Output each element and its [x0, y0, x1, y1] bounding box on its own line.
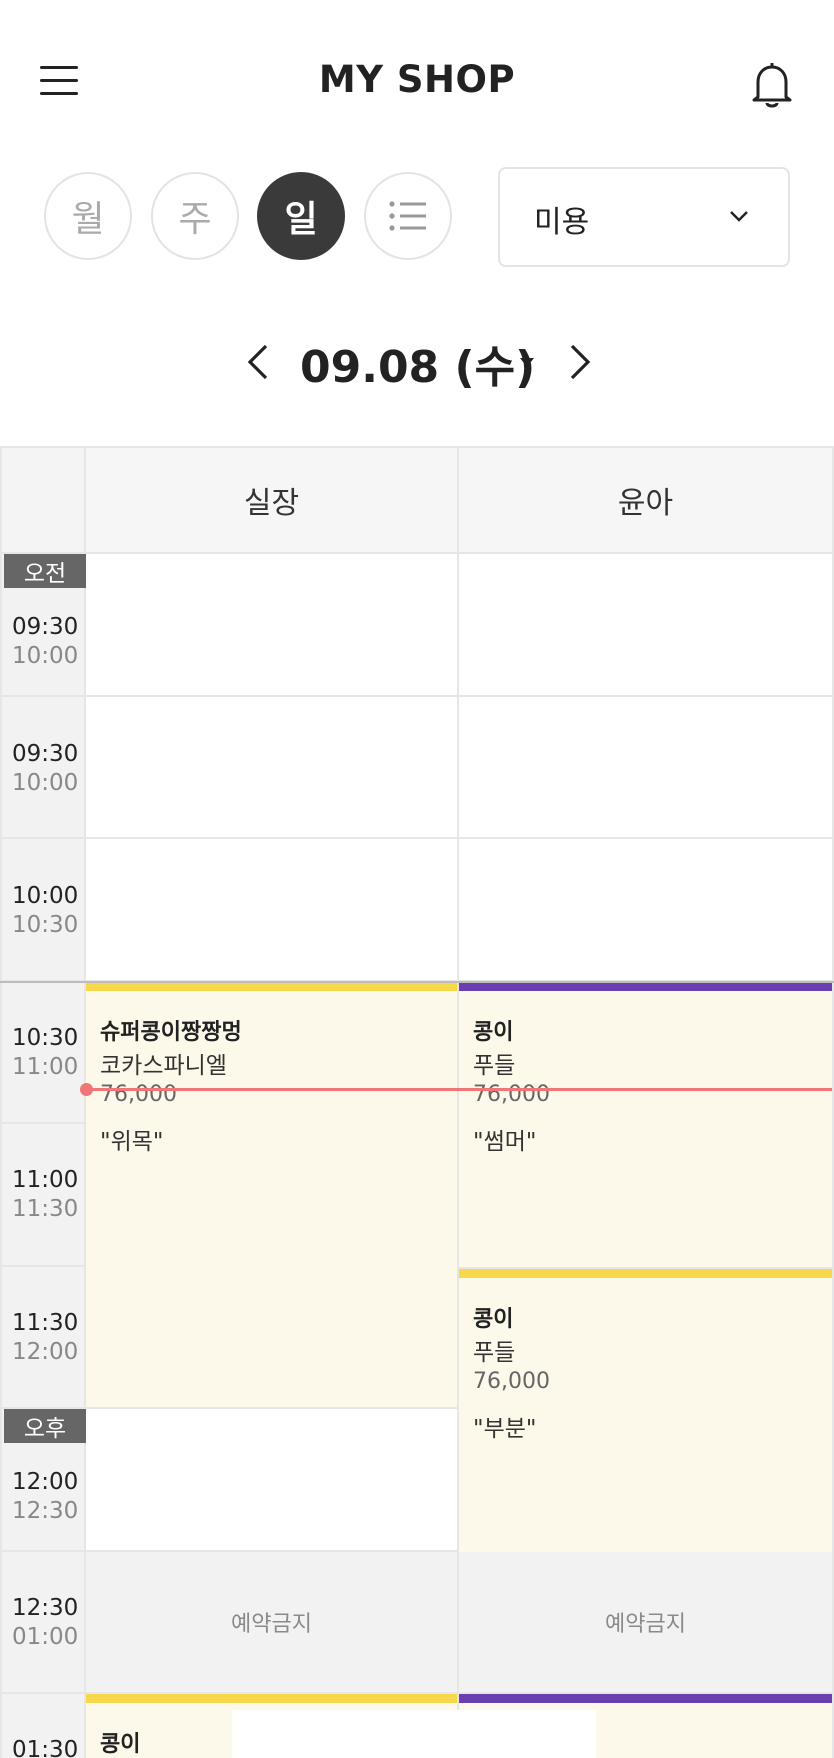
overlay-card [232, 1710, 596, 1758]
list-icon [389, 201, 426, 231]
time-start: 10:00 [12, 883, 79, 909]
appointment-memo: "부분" [473, 1416, 537, 1442]
schedule-grid: 실장 윤아 오전 09:30 10:00 09:30 10:00 10:00 1… [0, 446, 834, 1758]
grid-corner [0, 446, 86, 554]
time-start: 12:30 [12, 1595, 79, 1621]
blocked-label: 예약금지 [231, 1612, 312, 1637]
time-row: 오전 09:30 10:00 [0, 554, 86, 697]
appointment-price: 76,000 [473, 1082, 550, 1107]
empty-slot[interactable] [459, 839, 834, 982]
appointment-color-bar [459, 1269, 832, 1278]
staff-name: 실장 [243, 486, 300, 521]
empty-slot[interactable] [459, 697, 834, 839]
am-badge: 오전 [4, 554, 86, 588]
category-select[interactable]: 미용 [498, 167, 790, 267]
appointment-color-bar [86, 982, 457, 991]
view-list-button[interactable] [364, 172, 452, 260]
time-row: 10:00 10:30 [0, 839, 86, 982]
appointment-breed: 푸들 [473, 1340, 516, 1366]
empty-slot[interactable] [86, 697, 459, 839]
bell-icon[interactable] [748, 60, 796, 110]
time-end: 11:30 [12, 1196, 79, 1222]
page-title: MY SHOP [318, 58, 516, 101]
appointment-color-bar [459, 1694, 832, 1703]
view-week-label: 주 [178, 199, 212, 240]
view-day-button[interactable]: 일 [257, 172, 345, 260]
appointment-pet-name: 슈퍼콩이짱짱멍 [100, 1020, 242, 1045]
time-end: 11:00 [12, 1054, 79, 1080]
appointment-price: 76,000 [473, 1369, 550, 1394]
time-row: 11:00 11:30 [0, 1124, 86, 1267]
time-end: 01:00 [12, 1624, 79, 1650]
blocked-label: 예약금지 [605, 1612, 686, 1637]
app-header: MY SHOP [0, 0, 834, 170]
category-select-value: 미용 [534, 205, 590, 240]
time-divider [0, 981, 834, 983]
time-row: 01:30 [0, 1694, 86, 1758]
date-caret-icon[interactable] [520, 358, 534, 367]
next-day-icon[interactable] [560, 340, 600, 384]
appointment-card[interactable]: 슈퍼콩이짱짱멍 코카스파니엘 76,000 "위목" [86, 982, 459, 1409]
current-time-dot [80, 1083, 93, 1096]
time-row: 11:30 12:00 [0, 1267, 86, 1409]
staff-header: 실장 [86, 446, 459, 554]
appointment-breed: 푸들 [473, 1053, 516, 1079]
appointment-pet-name: 콩이 [473, 1307, 514, 1332]
empty-slot[interactable] [86, 1409, 459, 1552]
blocked-slot: 예약금지 [459, 1552, 834, 1694]
appointment-breed: 코카스파니엘 [100, 1053, 227, 1079]
appointment-color-bar [459, 982, 832, 991]
appointment-price: 76,000 [100, 1082, 177, 1107]
time-start: 09:30 [12, 614, 79, 640]
time-end: 10:00 [12, 643, 79, 669]
appointment-pet-name: 콩이 [100, 1732, 141, 1757]
empty-slot[interactable] [459, 554, 834, 697]
time-end: 12:30 [12, 1498, 79, 1524]
appointment-memo: "썸머" [473, 1129, 537, 1155]
current-date[interactable]: 09.08 (수) [300, 331, 535, 395]
time-end: 10:00 [12, 770, 79, 796]
time-row: 10:30 11:00 [0, 982, 86, 1124]
prev-day-icon[interactable] [238, 340, 278, 384]
appointment-pet-name: 콩이 [473, 1020, 514, 1045]
time-start: 12:00 [12, 1469, 79, 1495]
time-end: 10:30 [12, 912, 79, 938]
time-start: 10:30 [12, 1025, 79, 1051]
pm-badge: 오후 [4, 1409, 86, 1443]
current-time-line [86, 1088, 832, 1091]
time-start: 01:30 [12, 1737, 79, 1758]
staff-header: 윤아 [459, 446, 834, 554]
view-day-label: 일 [284, 199, 318, 240]
empty-slot[interactable] [86, 554, 459, 697]
time-start: 11:00 [12, 1167, 79, 1193]
time-start: 11:30 [12, 1310, 79, 1336]
time-row: 09:30 10:00 [0, 697, 86, 839]
appointment-color-bar [86, 1694, 457, 1703]
time-start: 09:30 [12, 741, 79, 767]
time-row: 오후 12:00 12:30 [0, 1409, 86, 1552]
time-end: 12:00 [12, 1339, 79, 1365]
staff-name: 윤아 [617, 486, 674, 521]
appointment-card[interactable]: 콩이 푸들 76,000 "썸머" [459, 982, 834, 1267]
blocked-slot: 예약금지 [86, 1552, 459, 1694]
view-month-button[interactable]: 월 [44, 172, 132, 260]
appointment-memo: "위목" [100, 1129, 164, 1155]
empty-slot[interactable] [86, 839, 459, 982]
view-week-button[interactable]: 주 [151, 172, 239, 260]
time-row: 12:30 01:00 [0, 1552, 86, 1694]
appointment-card[interactable]: 콩이 푸들 76,000 "부분" [459, 1267, 834, 1552]
view-month-label: 월 [71, 199, 105, 240]
chevron-down-icon [730, 211, 748, 222]
